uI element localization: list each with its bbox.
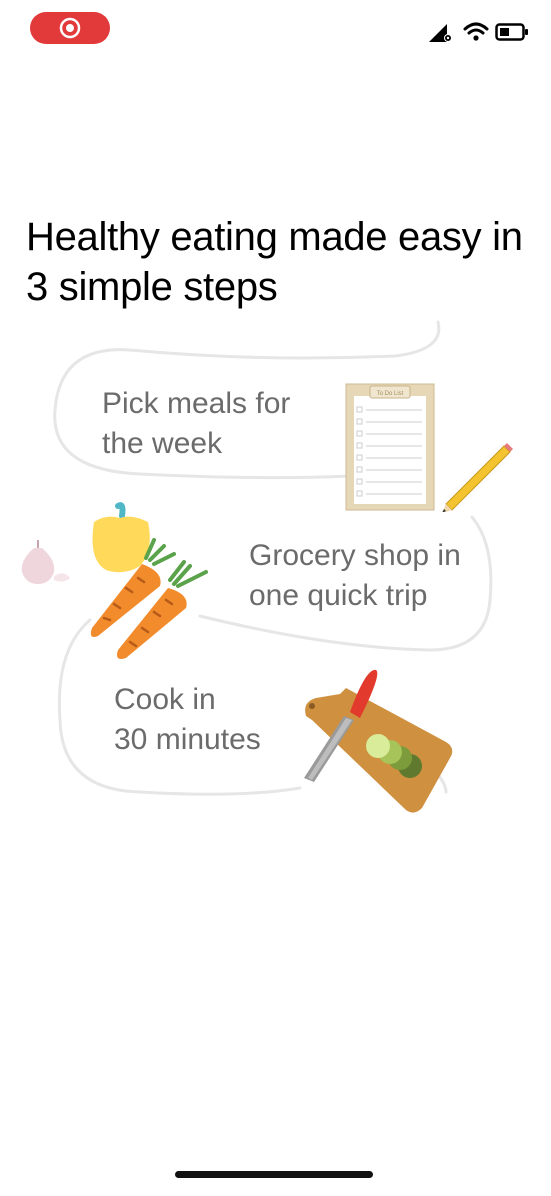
vegetables-icon bbox=[21, 502, 208, 659]
step-3-text: Cook in 30 minutes bbox=[114, 683, 261, 756]
garlic-icon bbox=[21, 540, 70, 584]
home-indicator[interactable] bbox=[175, 1171, 373, 1178]
pencil-icon bbox=[442, 443, 513, 512]
yellow-pepper-icon bbox=[92, 502, 150, 573]
knife-cutting-board-icon bbox=[304, 669, 453, 813]
step-1-text: Pick meals for the week bbox=[102, 387, 291, 460]
step-2-text: Grocery shop in one quick trip bbox=[249, 539, 461, 612]
clipboard-title: To Do List bbox=[377, 391, 404, 397]
todo-list-clipboard-icon: To Do List bbox=[345, 383, 513, 512]
